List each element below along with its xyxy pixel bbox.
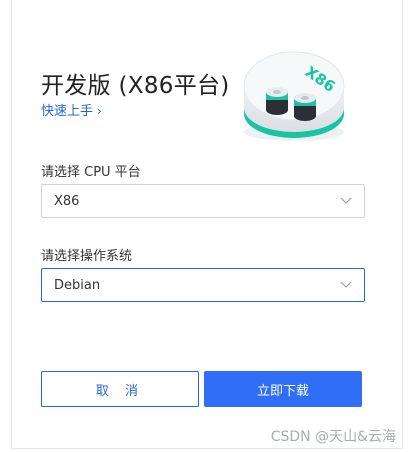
chevron-down-icon xyxy=(340,197,352,204)
cpu-platform-value: X86 xyxy=(54,194,80,209)
cancel-button[interactable]: 取 消 xyxy=(41,371,199,407)
os-label: 请选择操作系统 xyxy=(41,249,133,264)
watermark: CSDN @天山&云海 xyxy=(270,429,396,445)
os-select[interactable]: Debian xyxy=(41,268,365,302)
cpu-platform-select[interactable]: X86 xyxy=(41,184,365,218)
chevron-right-icon: › xyxy=(97,104,102,118)
os-value: Debian xyxy=(54,278,101,293)
chevron-down-icon xyxy=(340,281,352,288)
quick-start-label: 快速上手 xyxy=(41,104,94,119)
x86-chip-illustration: X86 xyxy=(243,51,345,141)
cpu-platform-label: 请选择 CPU 平台 xyxy=(41,165,141,180)
quick-start-link[interactable]: 快速上手 › xyxy=(41,100,102,119)
download-now-button[interactable]: 立即下载 xyxy=(204,371,362,407)
page-title: 开发版 (X86平台) xyxy=(41,73,230,99)
